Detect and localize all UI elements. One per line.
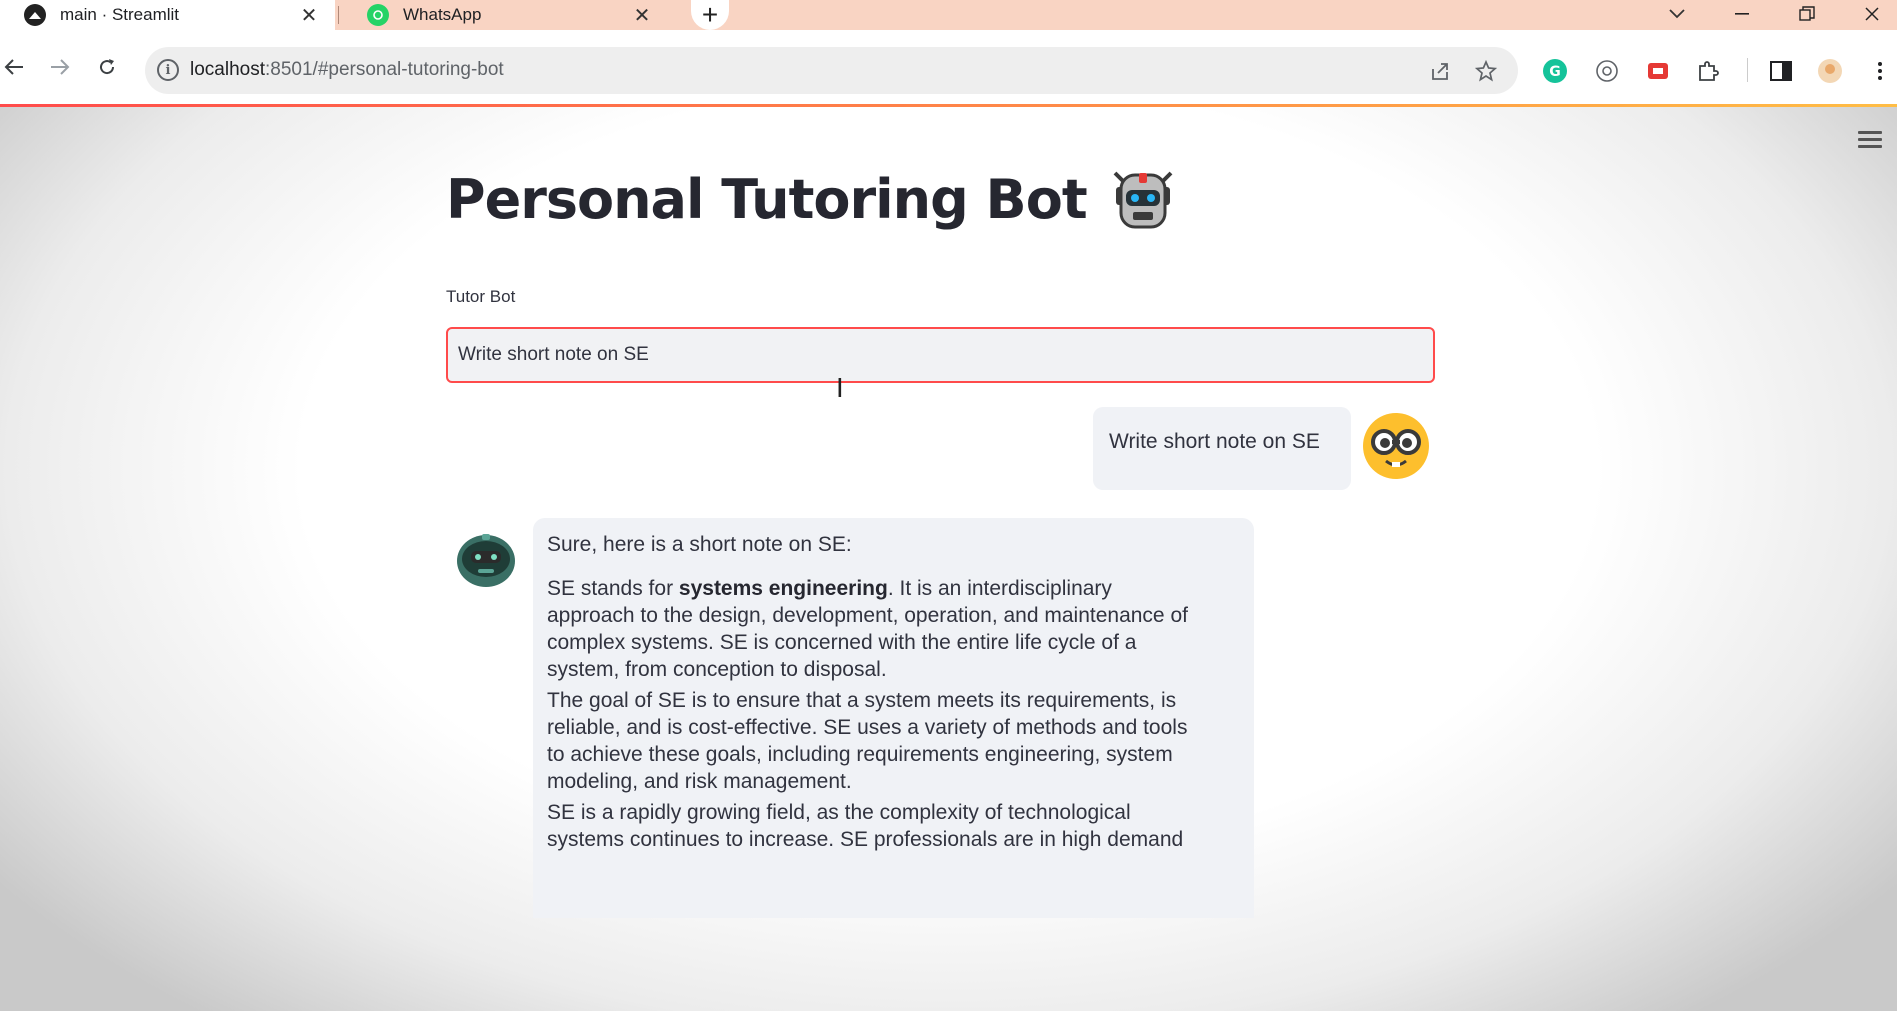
bot-paragraph-2-line-3: to achieve these goals, including requir… bbox=[547, 743, 1173, 766]
bot-paragraph-1-line-1: SE stands for systems engineering. It is… bbox=[547, 575, 1247, 602]
close-tab-icon[interactable]: ✕ bbox=[630, 3, 654, 27]
restore-window-icon[interactable] bbox=[1780, 0, 1834, 28]
url-text: localhost:8501/#personal-tutoring-bot bbox=[190, 59, 504, 81]
bot-paragraph-1-line-2: approach to the design, development, ope… bbox=[547, 604, 1188, 627]
bot-avatar-icon bbox=[457, 534, 515, 587]
address-bar[interactable]: i localhost:8501/#personal-tutoring-bot bbox=[145, 47, 1518, 94]
bot-paragraph-1: SE stands for systems engineering. It is… bbox=[547, 575, 1247, 683]
bookmark-star-icon[interactable] bbox=[1474, 59, 1498, 83]
tab-streamlit[interactable]: main · Streamlit ✕ bbox=[0, 0, 335, 30]
bot-p1-bold-term: systems engineering bbox=[678, 577, 888, 600]
reload-icon[interactable] bbox=[93, 53, 121, 81]
whatsapp-favicon-icon bbox=[367, 4, 389, 26]
grammarly-extension-icon[interactable]: G bbox=[1542, 58, 1568, 84]
bot-message-intro: Sure, here is a short note on SE: bbox=[547, 533, 852, 556]
bot-paragraph-2-line-4: modeling, and risk management. bbox=[547, 770, 852, 793]
nerd-face-avatar-icon bbox=[1363, 413, 1429, 479]
user-message-text: Write short note on SE bbox=[1109, 430, 1320, 453]
tutor-bot-input-container bbox=[446, 327, 1435, 383]
page-title: Personal Tutoring Bot bbox=[446, 163, 1179, 235]
bot-paragraph-1-line-3: complex systems. SE is concerned with th… bbox=[547, 631, 1137, 654]
tab-divider bbox=[338, 6, 339, 24]
tab-whatsapp[interactable]: WhatsApp ✕ bbox=[343, 0, 668, 30]
bot-paragraph-2-line-1: The goal of SE is to ensure that a syste… bbox=[547, 689, 1177, 712]
hamburger-menu-icon[interactable] bbox=[1858, 131, 1882, 151]
tab-strip: main · Streamlit ✕ WhatsApp ✕ + bbox=[0, 0, 1897, 30]
bot-p1-start: SE stands for bbox=[547, 577, 679, 600]
user-message-bubble: Write short note on SE bbox=[1093, 407, 1351, 490]
bot-p1-line1-rest: . It is an interdisciplinary bbox=[887, 577, 1112, 600]
extension-circle-icon[interactable] bbox=[1594, 58, 1620, 84]
plus-icon: + bbox=[691, 0, 729, 30]
bot-paragraph-1-line-4: system, from conception to disposal. bbox=[547, 658, 887, 681]
url-path: :8501/#personal-tutoring-bot bbox=[265, 59, 504, 80]
bot-paragraph-2: The goal of SE is to ensure that a syste… bbox=[547, 687, 1247, 795]
profile-avatar[interactable] bbox=[1817, 58, 1843, 84]
svg-text:G: G bbox=[1549, 64, 1561, 80]
close-window-icon[interactable] bbox=[1845, 0, 1897, 28]
tab-search-chevron-down-icon[interactable] bbox=[1650, 0, 1704, 28]
site-info-icon[interactable]: i bbox=[157, 59, 179, 81]
input-label: Tutor Bot bbox=[446, 287, 516, 306]
page-title-text: Personal Tutoring Bot bbox=[446, 167, 1088, 231]
bot-paragraph-3-line-2: systems continues to increase. SE profes… bbox=[547, 828, 1184, 851]
tab-title: main · Streamlit bbox=[60, 5, 180, 24]
tutor-bot-input[interactable] bbox=[458, 329, 1418, 381]
bot-message-bubble: Sure, here is a short note on SE: SE sta… bbox=[533, 518, 1254, 918]
forward-arrow-icon[interactable] bbox=[46, 53, 74, 81]
bot-paragraph-3-line-1: SE is a rapidly growing field, as the co… bbox=[547, 801, 1131, 824]
red-extension-icon[interactable] bbox=[1645, 58, 1671, 84]
minimize-window-icon[interactable] bbox=[1715, 0, 1769, 28]
extensions-puzzle-icon[interactable] bbox=[1695, 58, 1721, 84]
share-icon[interactable] bbox=[1428, 59, 1452, 83]
close-tab-icon[interactable]: ✕ bbox=[297, 3, 321, 27]
tab-title: WhatsApp bbox=[403, 5, 482, 24]
back-arrow-icon[interactable] bbox=[0, 53, 28, 81]
robot-face-icon bbox=[1113, 171, 1173, 229]
text-cursor-icon: I bbox=[836, 374, 844, 404]
streamlit-favicon-icon bbox=[24, 4, 46, 26]
side-panel-icon[interactable] bbox=[1768, 58, 1794, 84]
new-tab-button[interactable]: + bbox=[690, 0, 730, 30]
bot-paragraph-3: SE is a rapidly growing field, as the co… bbox=[547, 799, 1247, 853]
url-host: localhost bbox=[190, 59, 265, 80]
bot-paragraph-2-line-2: reliable, and is cost-effective. SE uses… bbox=[547, 716, 1188, 739]
browser-menu-icon[interactable] bbox=[1867, 58, 1893, 84]
toolbar-divider bbox=[1747, 58, 1748, 82]
